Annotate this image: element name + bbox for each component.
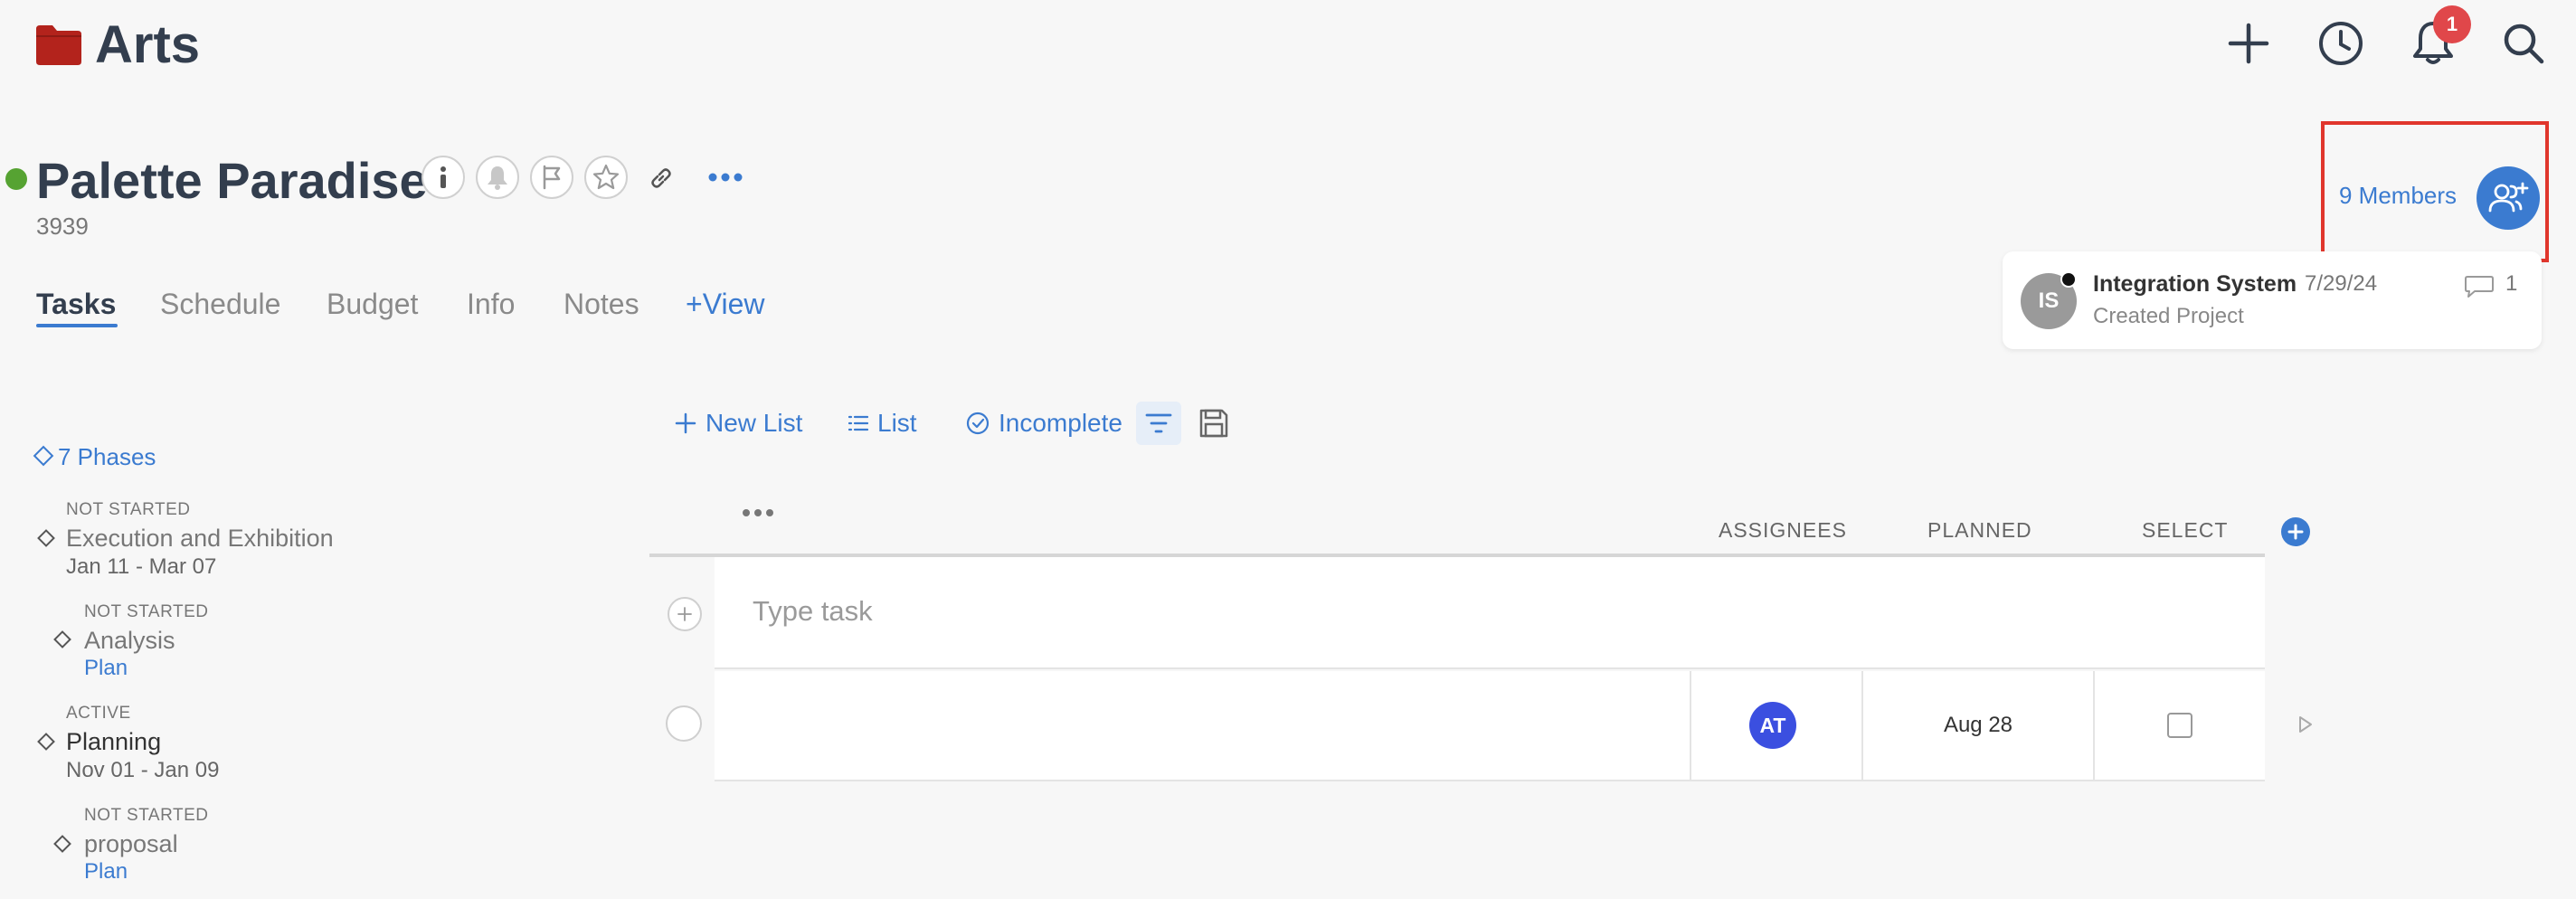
notification-badge: 1 <box>2433 5 2471 43</box>
activity-user-name: Integration System <box>2093 271 2297 297</box>
planned-date[interactable]: Aug 28 <box>1865 711 2091 740</box>
add-members-button[interactable] <box>2477 166 2540 230</box>
phase-dates: Jan 11 - Mar 07 <box>66 554 217 579</box>
select-checkbox[interactable] <box>2167 713 2192 738</box>
plus-icon <box>2287 524 2304 540</box>
diamond-icon <box>33 445 54 467</box>
folder-icon <box>34 25 83 65</box>
project-status-dot <box>5 168 27 190</box>
filter-button[interactable] <box>1136 402 1181 445</box>
diamond-icon <box>37 529 55 547</box>
phase-plan-link[interactable]: Plan <box>84 655 128 682</box>
list-icon <box>848 414 868 432</box>
active-tab-indicator <box>36 324 118 327</box>
diamond-icon <box>37 733 55 751</box>
save-icon <box>1198 408 1229 439</box>
bell-icon <box>486 165 509 190</box>
phase-name[interactable]: proposal <box>84 828 178 859</box>
phase-plan-link[interactable]: Plan <box>84 858 128 885</box>
phase-status: NOT STARTED <box>66 500 191 519</box>
tab-info[interactable]: Info <box>467 286 515 322</box>
add-task-button[interactable] <box>668 597 702 631</box>
add-members-icon <box>2486 180 2530 216</box>
comment-icon[interactable] <box>2464 273 2495 298</box>
filter-icon <box>1145 412 1172 434</box>
flag-button[interactable] <box>530 156 573 199</box>
save-view-button[interactable] <box>1196 405 1232 441</box>
add-column-button[interactable] <box>2281 517 2310 546</box>
cell-divider <box>1861 671 1863 781</box>
tab-add-view[interactable]: +View <box>686 286 764 322</box>
check-circle-icon <box>966 412 990 435</box>
assignee-avatar[interactable]: AT <box>1749 702 1796 749</box>
activity-comment-count: 1 <box>2505 271 2518 296</box>
activity-card[interactable] <box>2003 251 2542 349</box>
clock-icon[interactable] <box>2316 18 2366 69</box>
activity-date: 7/29/24 <box>2305 271 2378 296</box>
flag-icon <box>541 165 563 190</box>
phase-status: NOT STARTED <box>84 602 209 621</box>
play-icon[interactable] <box>2297 714 2314 734</box>
phases-link[interactable]: 7 Phases <box>33 441 156 472</box>
list-view-button[interactable]: List <box>848 405 917 441</box>
cell-divider <box>1690 671 1691 781</box>
phases-link-label: 7 Phases <box>58 443 156 470</box>
cell-divider <box>2093 671 2095 781</box>
follow-button[interactable] <box>476 156 519 199</box>
new-task-input[interactable]: Type task <box>753 593 873 629</box>
tab-budget[interactable]: Budget <box>327 286 418 322</box>
online-indicator <box>2060 271 2077 288</box>
column-header-assignees[interactable]: ASSIGNEES <box>1719 517 1847 543</box>
star-button[interactable] <box>584 156 628 199</box>
phase-name[interactable]: Planning <box>66 726 161 757</box>
search-icon[interactable] <box>2498 18 2549 69</box>
plus-icon[interactable] <box>2223 18 2274 69</box>
plus-icon <box>677 607 692 621</box>
new-list-button[interactable]: New List <box>675 405 802 441</box>
info-button[interactable] <box>421 156 465 199</box>
plus-icon <box>675 412 696 434</box>
column-header-planned[interactable]: PLANNED <box>1927 517 2032 543</box>
task-complete-checkbox[interactable] <box>666 705 702 742</box>
diamond-icon <box>53 630 71 648</box>
column-header-select[interactable]: SELECT <box>2142 517 2228 543</box>
new-list-label: New List <box>706 409 803 437</box>
phase-name[interactable]: Analysis <box>84 625 175 656</box>
tab-schedule[interactable]: Schedule <box>160 286 280 322</box>
tab-tasks[interactable]: Tasks <box>36 286 116 322</box>
app-title: Arts <box>95 15 201 74</box>
tab-notes[interactable]: Notes <box>564 286 639 322</box>
info-icon <box>434 165 452 190</box>
phase-status: NOT STARTED <box>84 806 209 825</box>
project-id: 3939 <box>36 213 89 240</box>
more-icon[interactable] <box>707 168 743 186</box>
incomplete-label: Incomplete <box>999 409 1122 437</box>
project-title: Palette Paradise <box>36 152 428 209</box>
link-icon[interactable] <box>648 165 675 192</box>
table-options-icon[interactable] <box>742 506 774 519</box>
phase-name[interactable]: Execution and Exhibition <box>66 523 334 554</box>
star-icon <box>592 164 620 191</box>
incomplete-filter-button[interactable]: Incomplete <box>966 405 1122 441</box>
phase-dates: Nov 01 - Jan 09 <box>66 758 220 782</box>
diamond-icon <box>53 835 71 853</box>
new-task-row[interactable] <box>715 557 2265 669</box>
list-label: List <box>877 409 917 437</box>
activity-description: Created Project <box>2093 304 2244 328</box>
phase-status: ACTIVE <box>66 704 131 723</box>
members-count-link[interactable]: 9 Members <box>2339 181 2457 210</box>
